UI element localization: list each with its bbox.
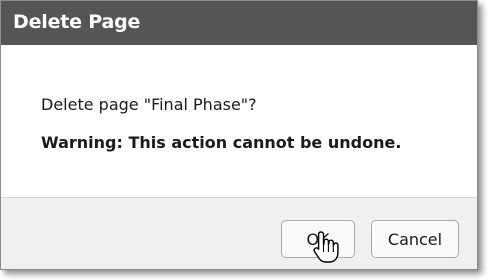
dialog-titlebar[interactable]: Delete Page [1, 1, 477, 45]
cancel-button[interactable]: Cancel [371, 220, 459, 258]
dialog-title: Delete Page [13, 11, 141, 33]
warning-text: Warning: This action cannot be undone. [41, 133, 402, 152]
delete-page-dialog: Delete Page Delete page "Final Phase"? W… [0, 0, 478, 270]
dialog-footer: OK Cancel [1, 197, 477, 269]
delete-question-text: Delete page "Final Phase"? [41, 95, 257, 114]
ok-button[interactable]: OK [281, 220, 355, 258]
dialog-body: Delete page "Final Phase"? Warning: This… [1, 45, 477, 197]
